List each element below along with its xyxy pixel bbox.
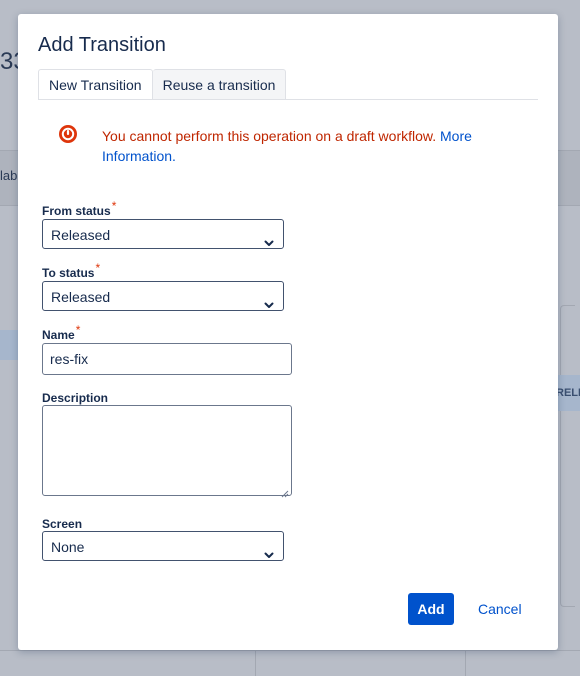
to-status-label: To status* bbox=[42, 261, 100, 280]
name-label: Name* bbox=[42, 323, 80, 342]
tab-reuse-transition[interactable]: Reuse a transition bbox=[152, 69, 287, 99]
background-box bbox=[560, 305, 575, 607]
add-transition-dialog: Add Transition New Transition Reuse a tr… bbox=[18, 14, 558, 650]
tab-divider bbox=[38, 99, 538, 100]
resize-handle-icon[interactable] bbox=[281, 485, 289, 498]
name-value: res-fix bbox=[50, 351, 89, 367]
from-status-label: From status* bbox=[42, 199, 116, 218]
error-text: You cannot perform this operation on a d… bbox=[102, 126, 502, 166]
tab-new-transition[interactable]: New Transition bbox=[38, 69, 153, 100]
screen-select[interactable]: None bbox=[42, 531, 284, 561]
error-message-text: You cannot perform this operation on a d… bbox=[102, 128, 437, 144]
background-line bbox=[255, 650, 256, 676]
screen-label: Screen bbox=[42, 517, 83, 531]
background-label: lab bbox=[0, 168, 18, 183]
name-label-text: Name bbox=[42, 328, 75, 342]
chevron-down-icon bbox=[263, 229, 275, 246]
screen-value: None bbox=[51, 539, 85, 555]
background-divider bbox=[0, 650, 580, 651]
error-icon bbox=[58, 124, 78, 144]
description-textarea[interactable] bbox=[42, 405, 292, 498]
from-status-label-text: From status bbox=[42, 204, 111, 218]
from-status-select[interactable]: Released bbox=[42, 219, 284, 249]
background-line bbox=[465, 650, 466, 676]
from-status-value: Released bbox=[51, 227, 111, 243]
background-node-label: RELE bbox=[556, 387, 580, 399]
chevron-down-icon bbox=[263, 541, 275, 558]
to-status-value: Released bbox=[51, 289, 111, 305]
add-button[interactable]: Add bbox=[408, 593, 454, 625]
to-status-select[interactable]: Released bbox=[42, 281, 284, 311]
dialog-title: Add Transition bbox=[38, 34, 166, 56]
to-status-label-text: To status bbox=[42, 266, 95, 280]
required-marker: * bbox=[75, 323, 81, 337]
chevron-down-icon bbox=[263, 291, 275, 308]
description-label: Description bbox=[42, 391, 109, 405]
required-marker: * bbox=[95, 261, 101, 275]
tab-bar: New Transition Reuse a transition bbox=[38, 69, 287, 100]
name-input[interactable]: res-fix bbox=[42, 343, 292, 375]
required-marker: * bbox=[111, 199, 117, 213]
cancel-button[interactable]: Cancel bbox=[476, 593, 524, 625]
